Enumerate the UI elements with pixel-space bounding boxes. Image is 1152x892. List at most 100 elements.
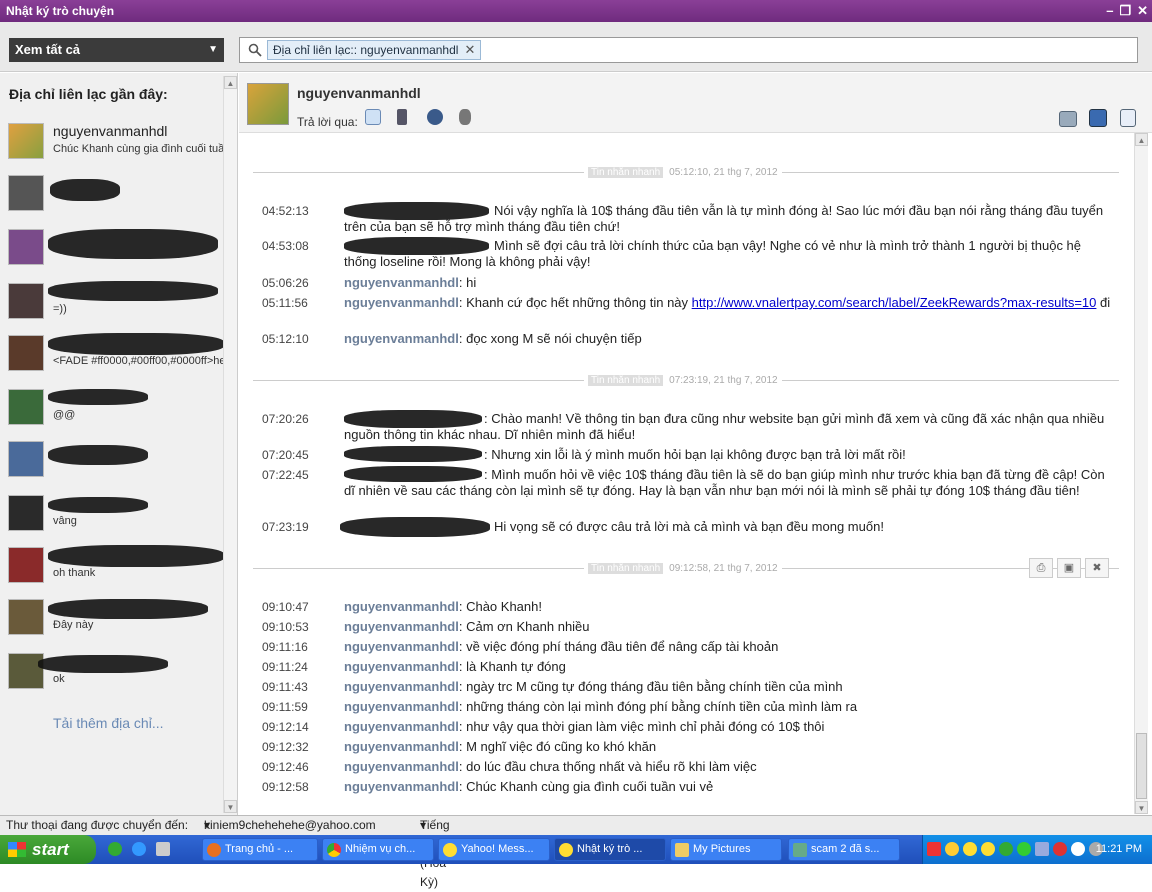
quicklaunch-icon[interactable] (108, 842, 122, 856)
sms-icon[interactable] (427, 109, 443, 125)
session-print-icon[interactable]: ⎙ (1029, 558, 1053, 578)
scroll-down-icon[interactable]: ▼ (224, 800, 237, 813)
conversation-log: Tin nhắn nhanh 05:12:10, 21 thg 7, 2012 0… (253, 133, 1119, 813)
tray-icon[interactable] (1017, 842, 1031, 856)
message-icon[interactable] (365, 109, 381, 125)
tray-icon[interactable] (1071, 842, 1085, 856)
microphone-icon[interactable] (459, 109, 471, 125)
system-tray: 11:21 PM (922, 835, 1152, 864)
contacts-sidebar: Địa chỉ liên lạc gần đây: nguyenvanmanhd… (0, 73, 238, 815)
contact-status: ok (53, 673, 65, 685)
scroll-up-icon[interactable]: ▲ (1135, 133, 1148, 146)
clock: 11:21 PM (1095, 843, 1142, 855)
avatar (8, 441, 44, 477)
taskbar-item[interactable]: Trang chủ - ... (202, 838, 318, 861)
contact-item[interactable]: ok (8, 649, 224, 693)
windows-logo-icon (8, 842, 26, 857)
yahoo-smiley-icon[interactable] (963, 842, 977, 856)
contact-item[interactable]: Đây này (8, 595, 224, 639)
image-icon (793, 843, 807, 857)
contact-item[interactable]: @@ (8, 385, 224, 429)
print-icon[interactable] (1059, 111, 1077, 127)
avatar (8, 283, 44, 319)
contact-item[interactable]: oh thank (8, 543, 224, 587)
avatar (8, 495, 44, 531)
contact-item[interactable] (8, 437, 224, 481)
close-icon[interactable]: ✕ (1137, 0, 1148, 22)
folder-icon (675, 843, 689, 857)
contact-item[interactable]: vâng (8, 491, 224, 535)
scroll-down-icon[interactable]: ▼ (1135, 801, 1148, 814)
contact-status: Chúc Khanh cùng gia đình cuối tuần (53, 143, 224, 155)
contact-status: <FADE #ff0000,#00ff00,#0000ff>he (53, 355, 224, 367)
remove-chip-icon[interactable]: ✕ (465, 41, 476, 59)
tray-icon[interactable] (945, 842, 959, 856)
chevron-down-icon: ▼ (208, 44, 218, 55)
view-filter-dropdown[interactable]: Xem tất cả ▼ (9, 38, 224, 62)
contact-item[interactable] (8, 171, 224, 215)
load-more-link[interactable]: Tải thêm địa chỉ... (53, 715, 164, 731)
contact-item[interactable]: =)) (8, 279, 224, 323)
recent-contacts-heading: Địa chỉ liên lạc gần đây: (9, 86, 168, 102)
taskbar-item[interactable]: Yahoo! Mess... (438, 838, 550, 861)
conversation-scrollbar[interactable]: ▲ ▼ (1134, 133, 1148, 814)
save-icon[interactable] (1089, 109, 1107, 127)
yahoo-smiley-icon[interactable] (981, 842, 995, 856)
taskbar-item[interactable]: Nhật ký trò ... (554, 838, 666, 861)
avatar (8, 175, 44, 211)
ie-icon[interactable] (132, 842, 146, 856)
contact-item[interactable]: <FADE #ff0000,#00ff00,#0000ff>he (8, 331, 224, 375)
voicemail-forward-dropdown[interactable]: kiniem9chehehehe@yahoo.com ▾ (204, 816, 376, 835)
avatar (8, 599, 44, 635)
search-chip-label: Địa chỉ liên lạc:: nguyenvanmanhdl (273, 43, 459, 57)
taskbar: start Trang chủ - ... Nhiệm vụ ch... Yah… (0, 835, 1152, 864)
avatar (8, 653, 44, 689)
avatar (8, 229, 44, 265)
maximize-icon[interactable]: ❐ (1119, 0, 1131, 22)
search-filter-chip: Địa chỉ liên lạc:: nguyenvanmanhdl ✕ (267, 40, 482, 60)
scroll-up-icon[interactable]: ▲ (224, 76, 237, 89)
security-icon[interactable] (1053, 842, 1067, 856)
start-button[interactable]: start (0, 835, 96, 864)
avatar (8, 335, 44, 371)
delete-icon[interactable] (1120, 109, 1136, 127)
voicemail-forward-label: Thư thoại đang được chuyển đến: (6, 818, 189, 832)
media-icon[interactable] (156, 842, 170, 856)
taskbar-item[interactable]: Nhiệm vụ ch... (322, 838, 434, 861)
language-dropdown[interactable]: Tiếng Anh (Hoa Kỳ) ▾ (420, 816, 450, 889)
utorrent-icon[interactable] (999, 842, 1013, 856)
search-icon (248, 43, 262, 57)
session-delete-icon[interactable]: ✖ (1085, 558, 1109, 578)
status-bar: Thư thoại đang được chuyển đến: kiniem9c… (0, 815, 1152, 889)
contact-status: Đây này (53, 619, 94, 631)
contact-status: @@ (53, 409, 76, 421)
minimize-icon[interactable]: – (1106, 0, 1113, 22)
conversation-contact-name: nguyenvanmanhdl (297, 85, 421, 101)
sidebar-scrollbar[interactable]: ▲ ▼ (223, 76, 237, 813)
phone-icon[interactable] (397, 109, 407, 125)
network-icon[interactable] (1035, 842, 1049, 856)
yahoo-smiley-icon (559, 843, 573, 857)
avatar (8, 123, 44, 159)
avatar (8, 389, 44, 425)
contact-status: oh thank (53, 567, 96, 579)
top-toolbar: Xem tất cả ▼ Địa chỉ liên lạc:: nguyenva… (0, 22, 1152, 72)
search-input[interactable]: Địa chỉ liên lạc:: nguyenvanmanhdl ✕ (239, 37, 1138, 63)
avatar (8, 547, 44, 583)
window-title: Nhật ký trò chuyện (6, 4, 115, 18)
reply-via-label: Trả lời qua: (297, 115, 358, 129)
vietkey-icon[interactable] (927, 842, 941, 856)
conversation-header: nguyenvanmanhdl Trả lời qua: (239, 73, 1152, 133)
scroll-thumb[interactable] (1136, 733, 1147, 799)
contact-item[interactable] (8, 225, 224, 269)
contact-status: =)) (53, 303, 67, 315)
message-link[interactable]: http://www.vnalertpay.com/search/label/Z… (692, 295, 1097, 310)
taskbar-item[interactable]: scam 2 đã s... (788, 838, 900, 861)
session-save-icon[interactable]: ▣ (1057, 558, 1081, 578)
chrome-icon (327, 843, 341, 857)
contact-name: nguyenvanmanhdl (53, 123, 168, 139)
taskbar-item[interactable]: My Pictures (670, 838, 782, 861)
window-titlebar: Nhật ký trò chuyện – ❐ ✕ (0, 0, 1152, 22)
contact-item[interactable]: nguyenvanmanhdl Chúc Khanh cùng gia đình… (8, 119, 224, 163)
session-label: Tin nhắn nhanh 09:12:58, 21 thg 7, 2012 (584, 563, 782, 574)
